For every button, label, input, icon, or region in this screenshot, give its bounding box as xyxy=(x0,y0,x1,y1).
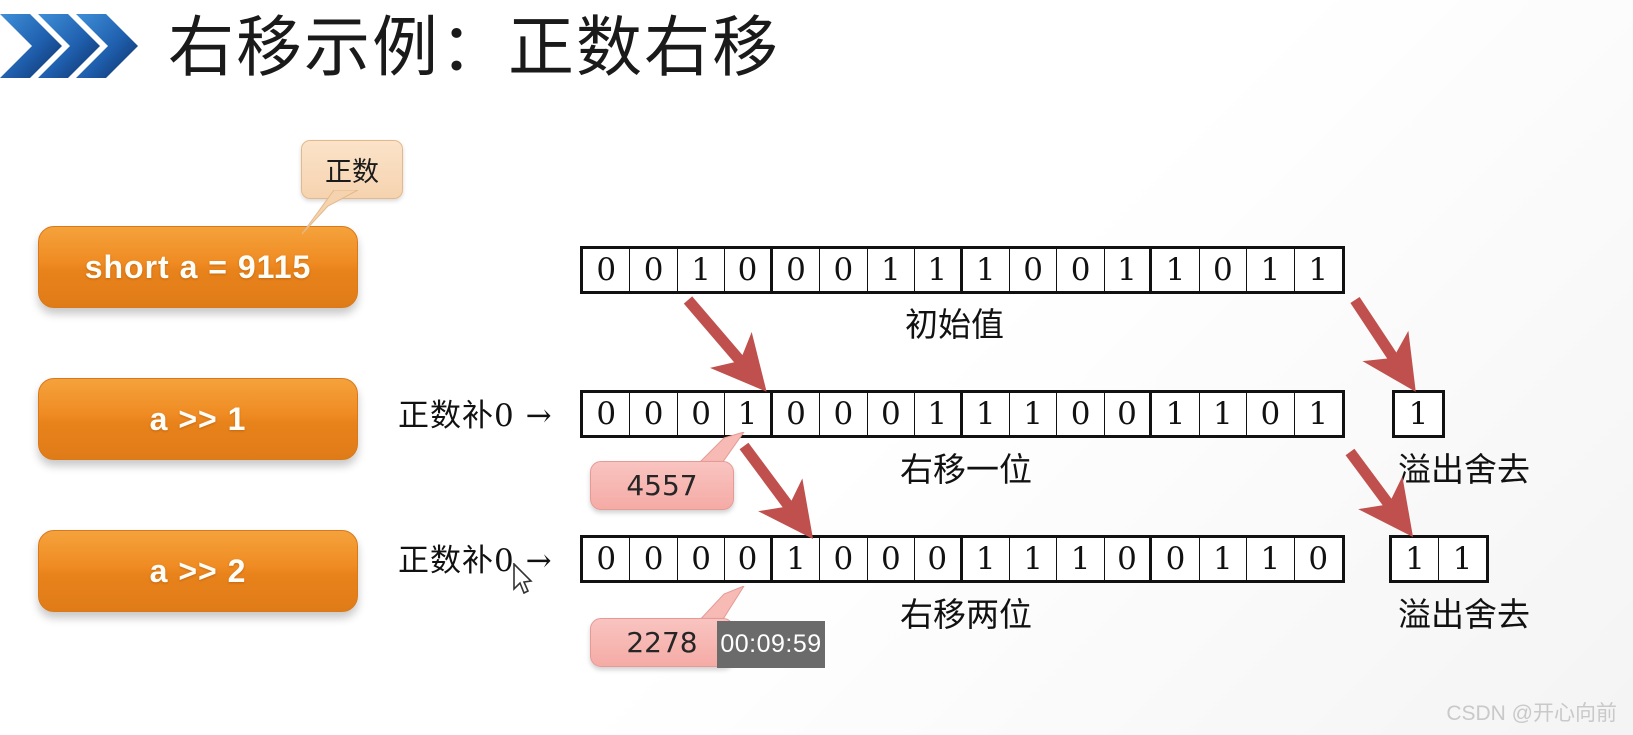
bit-cell: 1 xyxy=(1152,393,1200,435)
bit-cell: 0 xyxy=(583,393,631,435)
bit-cell: 1 xyxy=(1247,538,1295,580)
bit-cell: 0 xyxy=(1010,249,1058,291)
caption-shift-1: 右移一位 xyxy=(900,450,1032,489)
bit-cell: 0 xyxy=(725,249,773,291)
watermark: CSDN @开心向前 xyxy=(1446,702,1617,725)
bit-cell: 0 xyxy=(820,538,868,580)
bit-cell: 0 xyxy=(915,538,963,580)
bit-cell: 0 xyxy=(820,249,868,291)
overflow-box-shift2: 11 xyxy=(1389,535,1489,583)
pad-label-shift1: 正数补0 → xyxy=(398,398,553,434)
bit-cell: 1 xyxy=(725,393,773,435)
bit-cell: 1 xyxy=(963,393,1010,435)
bit-cell: 0 xyxy=(868,538,916,580)
pill-shift-1[interactable]: a >> 1 xyxy=(38,378,358,460)
overflow-bit-cell: 1 xyxy=(1392,538,1439,580)
bit-cell: 0 xyxy=(725,538,773,580)
bit-cell: 0 xyxy=(1057,249,1105,291)
video-time-tooltip: 00:09:59 xyxy=(717,621,825,668)
bit-row-shift-right-2: 0000100011100110 xyxy=(580,535,1345,583)
pill-shift-2[interactable]: a >> 2 xyxy=(38,530,358,612)
bit-cell: 0 xyxy=(773,249,821,291)
bit-cell: 1 xyxy=(773,538,821,580)
bit-cell: 0 xyxy=(583,249,631,291)
bit-cell: 0 xyxy=(630,393,678,435)
bit-cell: 0 xyxy=(1247,393,1295,435)
bit-cell: 1 xyxy=(1010,538,1058,580)
bit-cell: 1 xyxy=(678,249,726,291)
overflow-bit-cell: 1 xyxy=(1452,541,1473,577)
double-chevron-icon xyxy=(0,14,138,78)
bit-cell: 1 xyxy=(915,393,963,435)
bit-cell: 0 xyxy=(773,393,821,435)
bit-cell: 1 xyxy=(915,249,963,291)
bit-cell: 1 xyxy=(1010,393,1058,435)
callout-positive-tail xyxy=(301,190,359,235)
page-title: 右移示例：正数右移 xyxy=(168,9,780,86)
title-bar: 右移示例：正数右移 xyxy=(0,0,1633,100)
caption-overflow-1: 溢出舍去 xyxy=(1398,450,1530,489)
bit-cell: 1 xyxy=(1057,538,1105,580)
bit-cell: 0 xyxy=(1105,393,1153,435)
bit-cell: 1 xyxy=(1200,538,1248,580)
caption-initial: 初始值 xyxy=(905,305,1004,344)
caption-shift-2: 右移两位 xyxy=(900,595,1032,634)
bit-cell: 0 xyxy=(1057,393,1105,435)
bit-row-shift-right-1: 0001000111001101 xyxy=(580,390,1345,438)
bit-cell: 0 xyxy=(1200,249,1248,291)
bit-cell: 1 xyxy=(963,249,1010,291)
bit-cell: 1 xyxy=(1200,393,1248,435)
bit-cell: 1 xyxy=(963,538,1010,580)
bit-cell: 0 xyxy=(820,393,868,435)
bit-cell: 0 xyxy=(868,393,916,435)
bit-cell: 0 xyxy=(678,538,726,580)
bit-cell: 0 xyxy=(630,538,678,580)
bit-cell: 0 xyxy=(1308,541,1329,577)
pink-callout-4557: 4557 xyxy=(590,461,734,510)
bit-cell: 1 xyxy=(1247,249,1295,291)
bit-cell: 1 xyxy=(868,249,916,291)
bit-row-initial: 0010001110011011 xyxy=(580,246,1345,294)
mouse-cursor-icon xyxy=(513,563,533,595)
overflow-bit-cell: 1 xyxy=(1408,396,1429,432)
bit-cell: 0 xyxy=(583,538,631,580)
pill-short-a[interactable]: short a = 9115 xyxy=(38,226,358,308)
bit-cell: 1 xyxy=(1105,249,1153,291)
bit-cell: 1 xyxy=(1308,396,1329,432)
bit-cell: 0 xyxy=(630,249,678,291)
overflow-box-shift1: 1 xyxy=(1392,390,1445,438)
bit-cell: 0 xyxy=(678,393,726,435)
bit-cell: 1 xyxy=(1308,252,1329,288)
caption-overflow-2: 溢出舍去 xyxy=(1398,595,1530,634)
pink-callout-2278: 2278 xyxy=(590,618,734,667)
bit-cell: 0 xyxy=(1152,538,1200,580)
bit-cell: 1 xyxy=(1152,249,1200,291)
bit-cell: 0 xyxy=(1105,538,1153,580)
